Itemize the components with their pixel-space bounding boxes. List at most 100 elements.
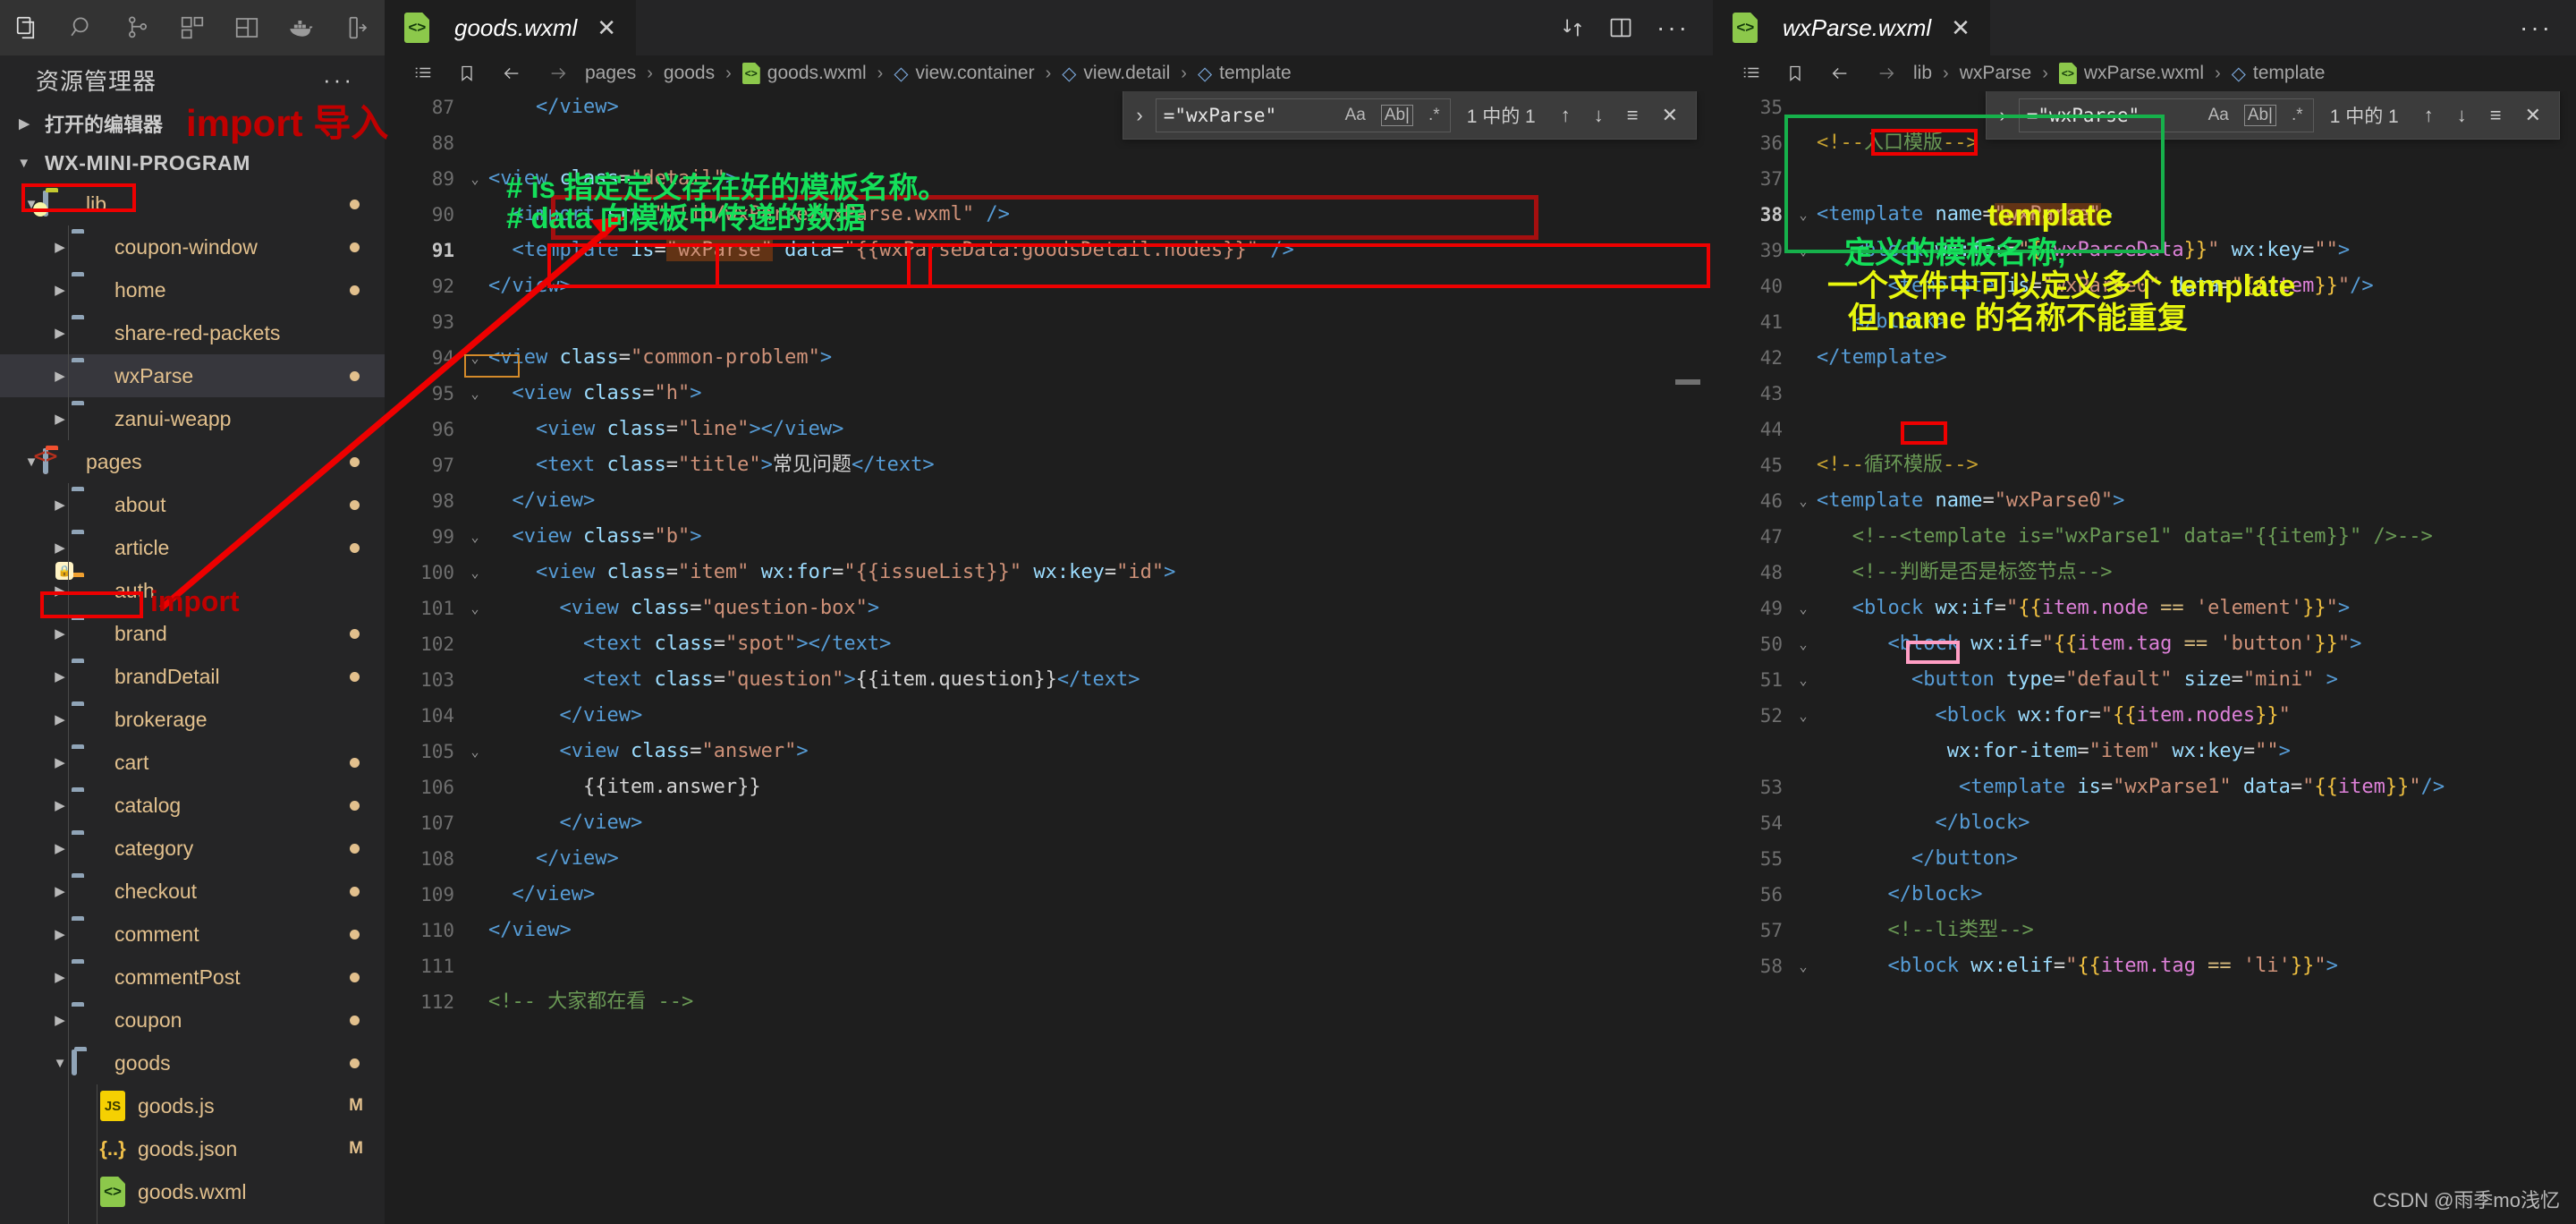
breadcrumb-item-file[interactable]: <> wxParse.wxml (2055, 63, 2207, 84)
sidebar-section-open-editors[interactable]: ▶ 打开的编辑器 (0, 104, 385, 143)
tree-item-brand[interactable]: ▶ brand (0, 612, 385, 655)
code-line[interactable]: 89 ⌄ <view class="detail"> (385, 161, 1713, 197)
code-line[interactable]: 49 ⌄ <block wx:if="{{item.node == 'elemen… (1713, 591, 2576, 626)
find-next-button[interactable]: ↓ (1585, 104, 1613, 127)
tab-wxparse-wxml[interactable]: <> wxParse.wxml ✕ (1713, 0, 1990, 55)
more-actions-icon[interactable]: ··· (2520, 13, 2553, 42)
code-line[interactable]: 39 ⌄ <block wx:for="{{wxParseData}}" wx:k… (1713, 233, 2576, 268)
code-line[interactable]: 111 (385, 948, 1713, 984)
code-line[interactable]: 91 <template is="wxParse" data="{{wxPars… (385, 233, 1713, 268)
fold-chevron-icon[interactable]: ⌄ (1790, 662, 1817, 698)
fold-chevron-icon[interactable]: ⌄ (462, 161, 488, 197)
regex-icon[interactable]: .* (2289, 106, 2306, 125)
tree-item-category[interactable]: ▶ category (0, 827, 385, 870)
explorer-more-icon[interactable]: ··· (323, 66, 354, 94)
tree-item-wxparse[interactable]: ▶ wxParse (0, 354, 385, 397)
explorer-icon[interactable] (0, 0, 55, 55)
code-line[interactable]: 93 (385, 304, 1713, 340)
code-line[interactable]: 101 ⌄ <view class="question-box"> (385, 591, 1713, 626)
outline-icon[interactable] (1729, 64, 1774, 83)
breadcrumb-item-view-detail[interactable]: ◇ view.detail (1058, 63, 1174, 85)
fold-chevron-icon[interactable]: ⌄ (462, 591, 488, 626)
tree-item-auth[interactable]: ▶ 🔒 auth (0, 562, 385, 612)
source-control-icon[interactable] (110, 0, 165, 55)
find-input[interactable]: ="wxParse" Aa Ab| .* (1155, 98, 1451, 132)
find-close-button[interactable]: ✕ (1653, 104, 1687, 127)
match-case-icon[interactable]: Aa (2206, 106, 2232, 125)
more-actions-icon[interactable]: ··· (1657, 13, 1690, 42)
tree-item-goods[interactable]: ▼ goods (0, 1041, 385, 1084)
code-line[interactable]: 58 ⌄ <block wx:elif="{{item.tag == 'li'}}… (1713, 948, 2576, 984)
code-line[interactable]: 99 ⌄ <view class="b"> (385, 519, 1713, 555)
code-line[interactable]: 107 </view> (385, 805, 1713, 841)
fold-chevron-icon[interactable]: ⌄ (1790, 698, 1817, 734)
find-previous-button[interactable]: ↑ (2415, 104, 2443, 127)
code-line[interactable]: 56 </block> (1713, 877, 2576, 913)
fold-chevron-icon[interactable]: ⌄ (1790, 591, 1817, 626)
fold-chevron-icon[interactable]: ⌄ (462, 555, 488, 591)
breadcrumb-item-template[interactable]: ◇ template (1194, 63, 1295, 85)
tree-item-goods.json[interactable]: ▶{..}goods.jsonM (0, 1127, 385, 1170)
tree-item-goods.wxml[interactable]: ▶<>goods.wxml (0, 1170, 385, 1213)
back-arrow-icon[interactable] (488, 64, 535, 83)
code-line[interactable]: 54 </block> (1713, 805, 2576, 841)
tab-goods-wxml[interactable]: <> goods.wxml ✕ (385, 0, 637, 55)
tree-item-cart[interactable]: ▶ cart (0, 741, 385, 784)
open-changes-icon[interactable] (1560, 15, 1585, 40)
code-line[interactable]: 55 </button> (1713, 841, 2576, 877)
code-line[interactable]: 102 <text class="spot"></text> (385, 626, 1713, 662)
code-line[interactable]: 41 </block> (1713, 304, 2576, 340)
tree-item-commentpost[interactable]: ▶ commentPost (0, 956, 385, 999)
code-line[interactable]: 43 (1713, 376, 2576, 412)
back-arrow-icon[interactable] (1817, 64, 1863, 83)
bookmark-icon[interactable] (445, 64, 488, 83)
code-line[interactable]: 110 </view> (385, 913, 1713, 948)
split-editor-right-icon[interactable] (1608, 15, 1633, 40)
code-line[interactable]: 105 ⌄ <view class="answer"> (385, 734, 1713, 769)
code-line[interactable]: wx:for-item="item" wx:key=""> (1713, 734, 2576, 769)
close-icon[interactable]: ✕ (1951, 14, 1970, 42)
code-line[interactable]: 50 ⌄ <block wx:if="{{item.tag == 'button'… (1713, 626, 2576, 662)
tree-item-comment[interactable]: ▶ comment (0, 913, 385, 956)
breadcrumb-item-pages[interactable]: pages (581, 63, 640, 84)
breadcrumb-item-goods[interactable]: goods (660, 63, 718, 84)
code-line[interactable]: 109 </view> (385, 877, 1713, 913)
find-toggle-replace-icon[interactable]: › (1992, 104, 2012, 127)
code-line[interactable]: 47 <!--<template is="wxParse1" data="{{i… (1713, 519, 2576, 555)
code-line[interactable]: 38 ⌄ <template name="wxParse"> (1713, 197, 2576, 233)
fold-chevron-icon[interactable]: ⌄ (462, 734, 488, 769)
scrollbar-thumb-left[interactable] (1675, 379, 1700, 385)
code-area-left[interactable]: 87 </view> 88 89 ⌄ <view class="detail"> 90 <… (385, 91, 1713, 1224)
tree-item-branddetail[interactable]: ▶ brandDetail (0, 655, 385, 698)
tree-item-lib[interactable]: ▼ lib (0, 183, 385, 225)
code-line[interactable]: 52 ⌄ <block wx:for="{{item.nodes}}" (1713, 698, 2576, 734)
tree-item-about[interactable]: ▶ about (0, 483, 385, 526)
find-close-button[interactable]: ✕ (2516, 104, 2550, 127)
fold-chevron-icon[interactable]: ⌄ (1790, 626, 1817, 662)
find-input[interactable]: ="wxParse" Aa Ab| .* (2018, 98, 2314, 132)
breadcrumb-item-view-container[interactable]: ◇ view.container (890, 63, 1038, 85)
tree-item-share-red-packets[interactable]: ▶ share-red-packets (0, 311, 385, 354)
bookmark-icon[interactable] (1774, 64, 1817, 83)
code-line[interactable]: 57 <!--li类型--> (1713, 913, 2576, 948)
tree-item-coupon[interactable]: ▶ coupon (0, 999, 385, 1041)
code-line[interactable]: 108 </view> (385, 841, 1713, 877)
code-line[interactable]: 44 (1713, 412, 2576, 447)
code-line[interactable]: 42 </template> (1713, 340, 2576, 376)
remote-explorer-icon[interactable] (220, 0, 275, 55)
code-line[interactable]: 53 <template is="wxParse1" data="{{item}… (1713, 769, 2576, 805)
code-line[interactable]: 46 ⌄ <template name="wxParse0"> (1713, 483, 2576, 519)
code-line[interactable]: 100 ⌄ <view class="item" wx:for="{{issueL… (385, 555, 1713, 591)
tree-item-home[interactable]: ▶ home (0, 268, 385, 311)
code-line[interactable]: 51 ⌄ <button type="default" size="mini" > (1713, 662, 2576, 698)
tree-item-coupon-window[interactable]: ▶ coupon-window (0, 225, 385, 268)
tree-item-catalog[interactable]: ▶ catalog (0, 784, 385, 827)
extensions-icon[interactable] (165, 0, 219, 55)
find-widget-left[interactable]: › ="wxParse" Aa Ab| .* 1 中的 1 ↑ ↓ ≡ ✕ (1123, 91, 1697, 140)
sidebar-section-workspace[interactable]: ▼ WX-MINI-PROGRAM (0, 143, 385, 183)
fold-chevron-icon[interactable]: ⌄ (1790, 197, 1817, 233)
code-line[interactable]: 45 <!--循环模版--> (1713, 447, 2576, 483)
fold-chevron-icon[interactable]: ⌄ (462, 340, 488, 376)
code-line[interactable]: 94 ⌄ <view class="common-problem"> (385, 340, 1713, 376)
code-line[interactable]: 95 ⌄ <view class="h"> (385, 376, 1713, 412)
